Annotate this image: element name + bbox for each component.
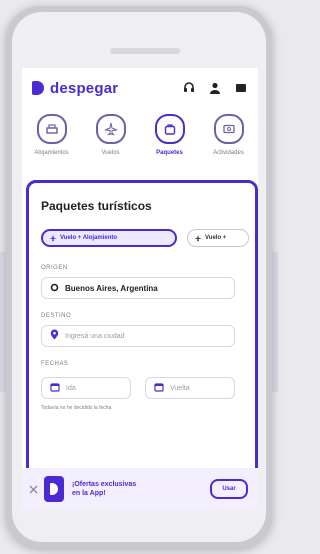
nav-label: Actividades bbox=[213, 150, 244, 156]
user-icon[interactable] bbox=[208, 81, 222, 95]
start-date-field[interactable]: Ida bbox=[41, 377, 131, 399]
menu-icon[interactable] bbox=[234, 81, 248, 95]
origin-label: ORIGEN bbox=[41, 265, 68, 271]
nav-item-paquetes[interactable]: Paquetes bbox=[142, 114, 198, 170]
close-icon[interactable] bbox=[26, 482, 40, 496]
destination-field[interactable]: Ingresá una ciudad bbox=[41, 325, 235, 347]
app-logo-icon bbox=[44, 476, 64, 502]
banner-text: ¡Ofertas exclusivas en la App! bbox=[72, 480, 136, 498]
app-promo-banner: ¡Ofertas exclusivas en la App! Usar bbox=[22, 468, 258, 510]
app-logo-mark bbox=[50, 483, 58, 495]
search-panel: Paquetes turísticos Vuelo + Alojamiento … bbox=[26, 180, 258, 510]
start-date-placeholder: Ida bbox=[66, 384, 76, 392]
origin-value: Buenos Aires, Argentina bbox=[65, 283, 158, 293]
plane-small-icon bbox=[49, 229, 57, 247]
nav-label: Paquetes bbox=[156, 150, 183, 156]
top-bar: despegar bbox=[22, 68, 258, 108]
hotel-icon bbox=[36, 114, 67, 144]
destination-placeholder: Ingresá una ciudad bbox=[65, 332, 125, 340]
nav-label: Vuelos bbox=[101, 150, 120, 156]
chip-vuelo-alojamiento[interactable]: Vuelo + Alojamiento bbox=[41, 229, 177, 247]
nav-item-alojamientos[interactable]: Alojamientos bbox=[24, 114, 80, 170]
plane-small-icon bbox=[194, 229, 202, 247]
use-app-button[interactable]: Usar bbox=[210, 479, 248, 499]
calendar-icon bbox=[50, 379, 60, 397]
calendar-icon bbox=[154, 379, 164, 397]
brand-name: despegar bbox=[50, 79, 119, 97]
chip-label: Vuelo + bbox=[205, 235, 227, 241]
product-nav: Alojamientos Vuelos Paquetes Actividades bbox=[22, 114, 258, 170]
dates-label: FECHAS bbox=[41, 361, 69, 367]
page-title: Paquetes turísticos bbox=[41, 199, 152, 213]
chip-vuelo-auto[interactable]: Vuelo + bbox=[187, 229, 249, 247]
origin-field[interactable]: Buenos Aires, Argentina bbox=[41, 277, 235, 299]
chip-label: Vuelo + Alojamiento bbox=[60, 235, 118, 241]
undecided-date-checkbox[interactable]: Todavía no he decidido la fecha bbox=[41, 405, 111, 411]
suitcase-icon bbox=[154, 114, 185, 144]
nav-item-vuelos[interactable]: Vuelos bbox=[83, 114, 139, 170]
headset-icon[interactable] bbox=[182, 81, 196, 95]
ticket-icon bbox=[213, 114, 244, 144]
banner-line-1: ¡Ofertas exclusivas bbox=[72, 481, 137, 488]
nav-item-actividades[interactable]: Actividades bbox=[201, 114, 257, 170]
end-date-field[interactable]: Vuelta bbox=[145, 377, 235, 399]
top-actions bbox=[182, 81, 248, 95]
app-screen: despegar Alojamientos Vuelos Paquetes Ac… bbox=[22, 68, 258, 510]
nav-label: Alojamientos bbox=[34, 150, 69, 156]
origin-circle-icon bbox=[50, 279, 59, 297]
destination-label: DESTINO bbox=[41, 313, 72, 319]
plane-icon bbox=[95, 114, 126, 144]
end-date-placeholder: Vuelta bbox=[170, 384, 190, 392]
banner-line-2: en la App! bbox=[72, 490, 106, 497]
phone-speaker bbox=[110, 48, 180, 54]
despegar-logo-icon bbox=[32, 81, 44, 95]
brand-logo[interactable]: despegar bbox=[32, 80, 118, 97]
location-pin-icon bbox=[50, 327, 59, 345]
